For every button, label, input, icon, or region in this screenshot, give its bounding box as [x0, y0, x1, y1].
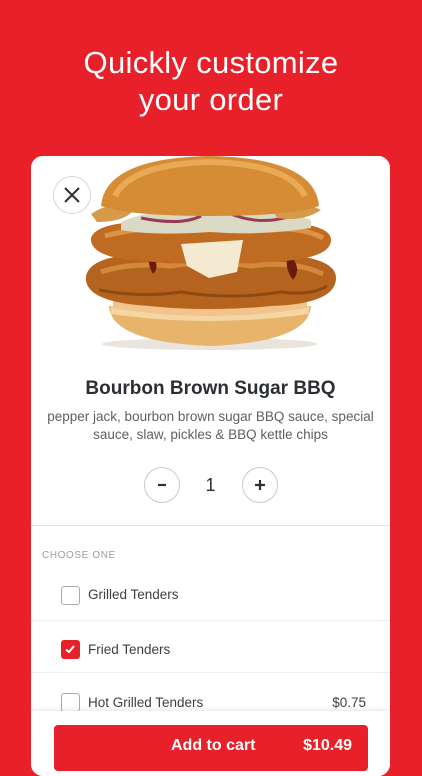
option-checkbox-checked[interactable] [61, 640, 80, 659]
options-section-label: CHOOSE ONE [42, 550, 116, 561]
promo-headline-line2: your order [138, 82, 284, 117]
quantity-increase-button[interactable] [241, 467, 278, 503]
quantity-decrease-button[interactable] [143, 467, 180, 503]
option-label: Grilled Tenders [88, 587, 179, 602]
promo-headline-line1: Quickly customize [83, 45, 339, 80]
plus-icon [254, 480, 265, 490]
item-name: Bourbon Brown Sugar BBQ [85, 378, 336, 399]
option-fried-tenders[interactable]: Fried Tenders [31, 621, 390, 673]
cart-total: $10.49 [303, 737, 352, 754]
cart-bar: Add to cart $10.49 [31, 711, 390, 776]
quantity-stepper: 1 [31, 466, 390, 504]
check-icon [65, 645, 75, 654]
close-button[interactable] [53, 176, 91, 214]
item-customize-card: Bourbon Brown Sugar BBQ pepper jack, bou… [31, 156, 390, 776]
close-icon [64, 187, 80, 203]
option-price: $0.75 [332, 695, 366, 710]
option-checkbox-unchecked[interactable] [61, 586, 80, 605]
add-to-cart-button[interactable]: Add to cart $10.49 [54, 725, 368, 771]
item-description: pepper jack, bourbon brown sugar BBQ sau… [47, 409, 374, 442]
section-divider [31, 525, 390, 526]
option-checkbox-unchecked[interactable] [61, 693, 80, 712]
option-label: Fried Tenders [88, 642, 171, 657]
quantity-value: 1 [205, 474, 216, 495]
promo-headline: Quickly customize your order [0, 44, 422, 118]
option-label: Hot Grilled Tenders [88, 695, 204, 710]
minus-icon [157, 483, 166, 487]
add-to-cart-label: Add to cart [171, 737, 256, 754]
option-grilled-tenders[interactable]: Grilled Tenders [31, 569, 390, 621]
